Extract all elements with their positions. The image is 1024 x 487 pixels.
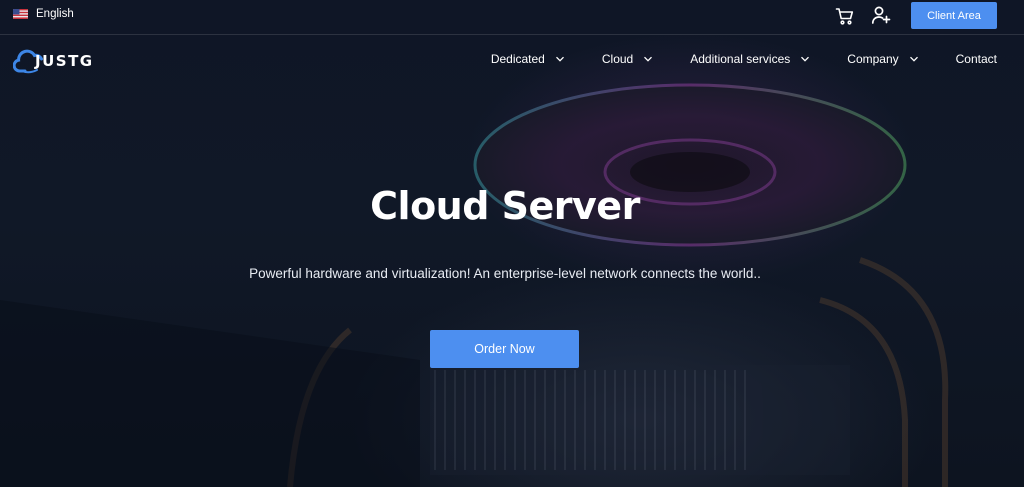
chevron-down-icon	[909, 56, 918, 62]
logo-text: JUSTG	[35, 52, 94, 70]
main-nav: Dedicated Cloud Additional services Comp…	[491, 50, 997, 68]
nav-item-label: Company	[847, 52, 899, 66]
nav-item-label: Additional services	[690, 52, 791, 66]
us-flag-icon	[13, 9, 28, 19]
hero-title: Cloud Server	[370, 184, 640, 228]
nav-item-label: Contact	[955, 52, 997, 66]
client-area-button[interactable]: Client Area	[911, 2, 997, 29]
chevron-down-icon	[801, 56, 810, 62]
nav-item-dedicated[interactable]: Dedicated	[491, 52, 565, 66]
language-selector[interactable]: English	[13, 8, 74, 20]
chevron-down-icon	[555, 56, 564, 62]
nav-item-company[interactable]: Company	[847, 52, 918, 66]
user-add-icon[interactable]	[871, 5, 891, 25]
chevron-down-icon	[644, 56, 653, 62]
nav-item-contact[interactable]: Contact	[956, 52, 997, 66]
hero-background	[0, 0, 1024, 487]
nav-item-additional-services[interactable]: Additional services	[690, 52, 810, 66]
top-bar: English Client Area	[0, 0, 1024, 35]
nav-item-label: Dedicated	[490, 52, 545, 66]
nav-item-label: Cloud	[601, 52, 634, 66]
cart-icon[interactable]	[835, 6, 855, 26]
brand-logo[interactable]: JUSTG	[12, 44, 105, 76]
hero-background-image	[0, 83, 949, 487]
language-label: English	[36, 8, 74, 20]
order-now-button[interactable]: Order Now	[430, 330, 579, 368]
hero-subtitle: Powerful hardware and virtualization! An…	[249, 266, 761, 281]
nav-item-cloud[interactable]: Cloud	[602, 52, 653, 66]
